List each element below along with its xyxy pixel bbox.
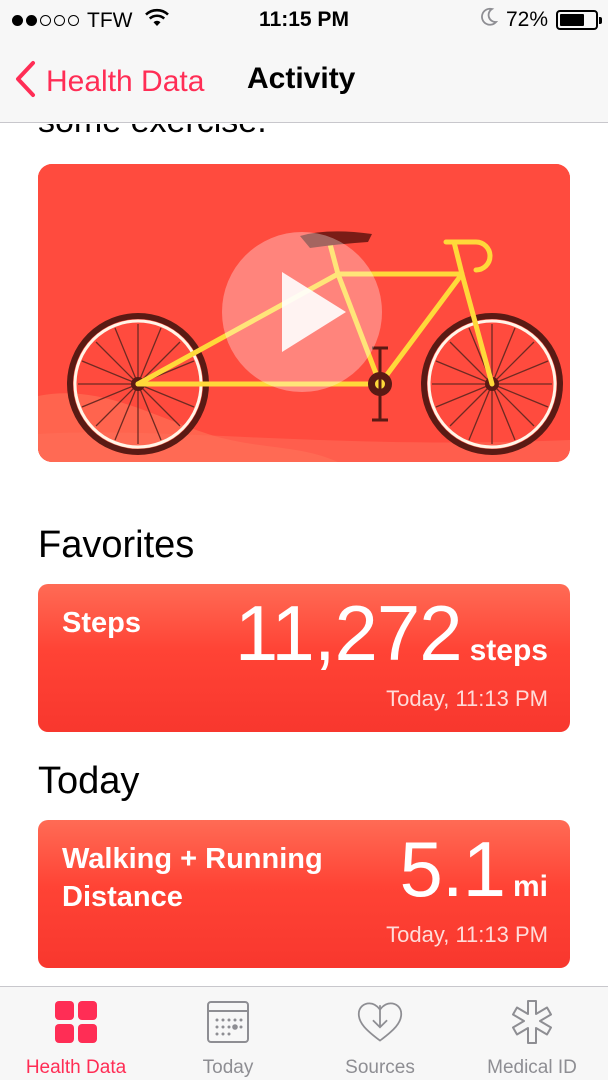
distance-unit: mi — [512, 870, 548, 903]
steps-timestamp: Today, 11:13 PM — [386, 686, 548, 711]
battery-percent: 72% — [505, 7, 548, 31]
sources-heart-icon — [357, 999, 403, 1045]
status-right: 72% — [480, 7, 602, 32]
calendar-icon — [205, 999, 251, 1045]
page-title: Activity — [247, 62, 356, 95]
content-scroll[interactable]: some exercise. — [0, 124, 608, 986]
walking-running-distance-card[interactable]: Walking + Running Distance 5.1 mi Today,… — [38, 820, 570, 968]
navigation-bar: Health Data Activity — [0, 40, 608, 123]
medical-star-icon — [509, 999, 555, 1045]
steps-value: 11,272 — [234, 589, 463, 677]
steps-card[interactable]: Steps 11,272 steps Today, 11:13 PM — [38, 584, 570, 732]
tab-today[interactable]: Today — [152, 987, 304, 1080]
steps-unit: steps — [469, 634, 548, 667]
distance-label-line2: Distance — [62, 881, 183, 913]
tab-sources[interactable]: Sources — [304, 987, 456, 1080]
tab-sources-label: Sources — [345, 1057, 415, 1078]
back-button[interactable]: Health Data — [14, 60, 204, 103]
distance-label-line1: Walking + Running — [62, 843, 323, 875]
distance-value: 5.1 — [399, 825, 506, 913]
battery-icon — [556, 9, 602, 30]
intro-text: some exercise. — [38, 124, 267, 141]
back-button-label: Health Data — [46, 64, 205, 98]
steps-label: Steps — [62, 607, 141, 639]
grid-icon — [53, 999, 99, 1045]
tab-today-label: Today — [202, 1057, 254, 1078]
tab-medical-id[interactable]: Medical ID — [456, 987, 608, 1080]
tab-health-data[interactable]: Health Data — [0, 987, 152, 1080]
tab-health-data-label: Health Data — [25, 1057, 127, 1078]
favorites-heading: Favorites — [38, 524, 195, 566]
bicycle-illustration — [38, 164, 570, 462]
play-icon[interactable] — [222, 232, 382, 392]
status-bar: TFW 11:15 PM 72% — [0, 0, 608, 40]
tab-medical-id-label: Medical ID — [487, 1057, 577, 1078]
distance-value-row: 5.1 mi — [400, 824, 548, 915]
moon-icon — [480, 7, 499, 32]
chevron-left-icon — [14, 60, 36, 103]
steps-value-row: 11,272 steps — [235, 588, 548, 679]
activity-video[interactable] — [38, 164, 570, 462]
distance-timestamp: Today, 11:13 PM — [386, 922, 548, 947]
tab-bar: Health Data Today Sources Medical ID — [0, 986, 608, 1080]
today-heading: Today — [38, 760, 140, 802]
distance-label: Walking + Running Distance — [62, 840, 323, 916]
